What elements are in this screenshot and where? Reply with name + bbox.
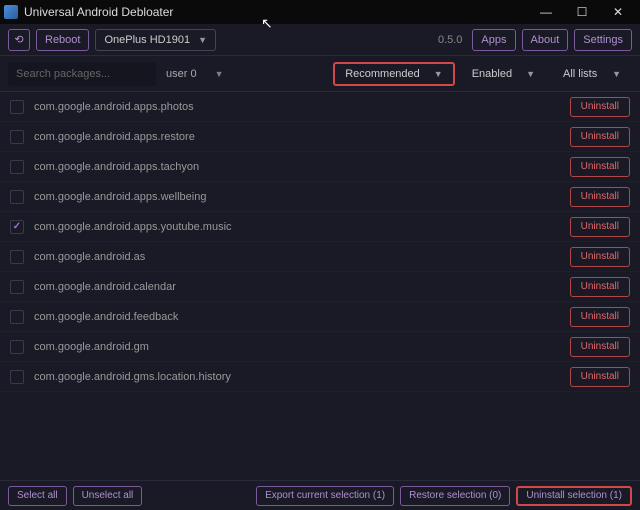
list-filter[interactable]: Recommended ▼	[333, 62, 455, 86]
select-all-button[interactable]: Select all	[8, 486, 67, 506]
refresh-icon: ⟲	[14, 33, 23, 46]
state-filter[interactable]: Enabled ▼	[461, 63, 546, 85]
search-input[interactable]	[8, 62, 156, 86]
package-checkbox[interactable]: ✓	[10, 220, 24, 234]
package-row[interactable]: ✓ com.google.android.apps.youtube.musicUn…	[0, 212, 640, 242]
apps-tab[interactable]: Apps	[472, 29, 515, 51]
device-selector[interactable]: OnePlus HD1901 ▼	[95, 29, 216, 51]
package-row[interactable]: com.google.android.asUninstall	[0, 242, 640, 272]
close-button[interactable]: ✕	[600, 0, 636, 24]
app-icon	[4, 5, 18, 19]
package-row[interactable]: com.google.android.apps.photosUninstall	[0, 92, 640, 122]
uninstall-button[interactable]: Uninstall	[570, 247, 630, 267]
unselect-all-button[interactable]: Unselect all	[73, 486, 143, 506]
uninstall-button[interactable]: Uninstall	[570, 187, 630, 207]
device-name: OnePlus HD1901	[104, 34, 190, 46]
refresh-button[interactable]: ⟲	[8, 29, 30, 51]
toolbar: ⟲ Reboot OnePlus HD1901 ▼ 0.5.0 Apps Abo…	[0, 24, 640, 56]
filter-bar: user 0 ▼ Recommended ▼ Enabled ▼ All lis…	[0, 56, 640, 92]
package-checkbox[interactable]	[10, 310, 24, 324]
chevron-down-icon: ▼	[434, 69, 443, 79]
user-label: user 0	[166, 68, 197, 80]
package-checkbox[interactable]	[10, 190, 24, 204]
scope-filter-label: All lists	[563, 68, 597, 80]
uninstall-button[interactable]: Uninstall	[570, 127, 630, 147]
uninstall-button[interactable]: Uninstall	[570, 277, 630, 297]
uninstall-button[interactable]: Uninstall	[570, 157, 630, 177]
export-button[interactable]: Export current selection (1)	[256, 486, 394, 506]
chevron-down-icon: ▼	[215, 69, 224, 79]
version-label: 0.5.0	[438, 34, 462, 46]
package-row[interactable]: com.google.android.apps.tachyonUninstall	[0, 152, 640, 182]
chevron-down-icon: ▼	[198, 35, 207, 45]
window-title: Universal Android Debloater	[24, 5, 528, 19]
about-tab[interactable]: About	[522, 29, 569, 51]
uninstall-button[interactable]: Uninstall	[570, 337, 630, 357]
restore-button[interactable]: Restore selection (0)	[400, 486, 510, 506]
reboot-button[interactable]: Reboot	[36, 29, 89, 51]
package-name: com.google.android.apps.photos	[34, 101, 570, 113]
package-row[interactable]: com.google.android.gmUninstall	[0, 332, 640, 362]
state-filter-label: Enabled	[472, 68, 512, 80]
chevron-down-icon: ▼	[526, 69, 535, 79]
package-checkbox[interactable]	[10, 340, 24, 354]
package-name: com.google.android.apps.tachyon	[34, 161, 570, 173]
package-row[interactable]: com.google.android.gms.location.historyU…	[0, 362, 640, 392]
maximize-button[interactable]: ☐	[564, 0, 600, 24]
list-filter-label: Recommended	[345, 68, 420, 80]
empty-area	[0, 392, 640, 480]
package-name: com.google.android.gm	[34, 341, 570, 353]
package-row[interactable]: com.google.android.apps.wellbeingUninsta…	[0, 182, 640, 212]
package-name: com.google.android.apps.restore	[34, 131, 570, 143]
package-row[interactable]: com.google.android.calendarUninstall	[0, 272, 640, 302]
package-name: com.google.android.calendar	[34, 281, 570, 293]
uninstall-button[interactable]: Uninstall	[570, 97, 630, 117]
package-checkbox[interactable]	[10, 250, 24, 264]
package-name: com.google.android.feedback	[34, 311, 570, 323]
chevron-down-icon: ▼	[612, 69, 621, 79]
scope-filter[interactable]: All lists ▼	[552, 63, 632, 85]
package-checkbox[interactable]	[10, 160, 24, 174]
package-checkbox[interactable]	[10, 280, 24, 294]
uninstall-button[interactable]: Uninstall	[570, 307, 630, 327]
uninstall-button[interactable]: Uninstall	[570, 217, 630, 237]
package-name: com.google.android.apps.youtube.music	[34, 221, 570, 233]
package-name: com.google.android.gms.location.history	[34, 371, 570, 383]
package-row[interactable]: com.google.android.feedbackUninstall	[0, 302, 640, 332]
settings-tab[interactable]: Settings	[574, 29, 632, 51]
package-checkbox[interactable]	[10, 130, 24, 144]
package-checkbox[interactable]	[10, 370, 24, 384]
package-checkbox[interactable]	[10, 100, 24, 114]
package-name: com.google.android.apps.wellbeing	[34, 191, 570, 203]
uninstall-button[interactable]: Uninstall	[570, 367, 630, 387]
uninstall-selection-button[interactable]: Uninstall selection (1)	[516, 486, 632, 506]
package-name: com.google.android.as	[34, 251, 570, 263]
titlebar: Universal Android Debloater — ☐ ✕	[0, 0, 640, 24]
minimize-button[interactable]: —	[528, 0, 564, 24]
package-row[interactable]: com.google.android.apps.restoreUninstall	[0, 122, 640, 152]
package-list: com.google.android.apps.photosUninstallc…	[0, 92, 640, 392]
user-selector[interactable]: user 0 ▼	[156, 68, 234, 80]
